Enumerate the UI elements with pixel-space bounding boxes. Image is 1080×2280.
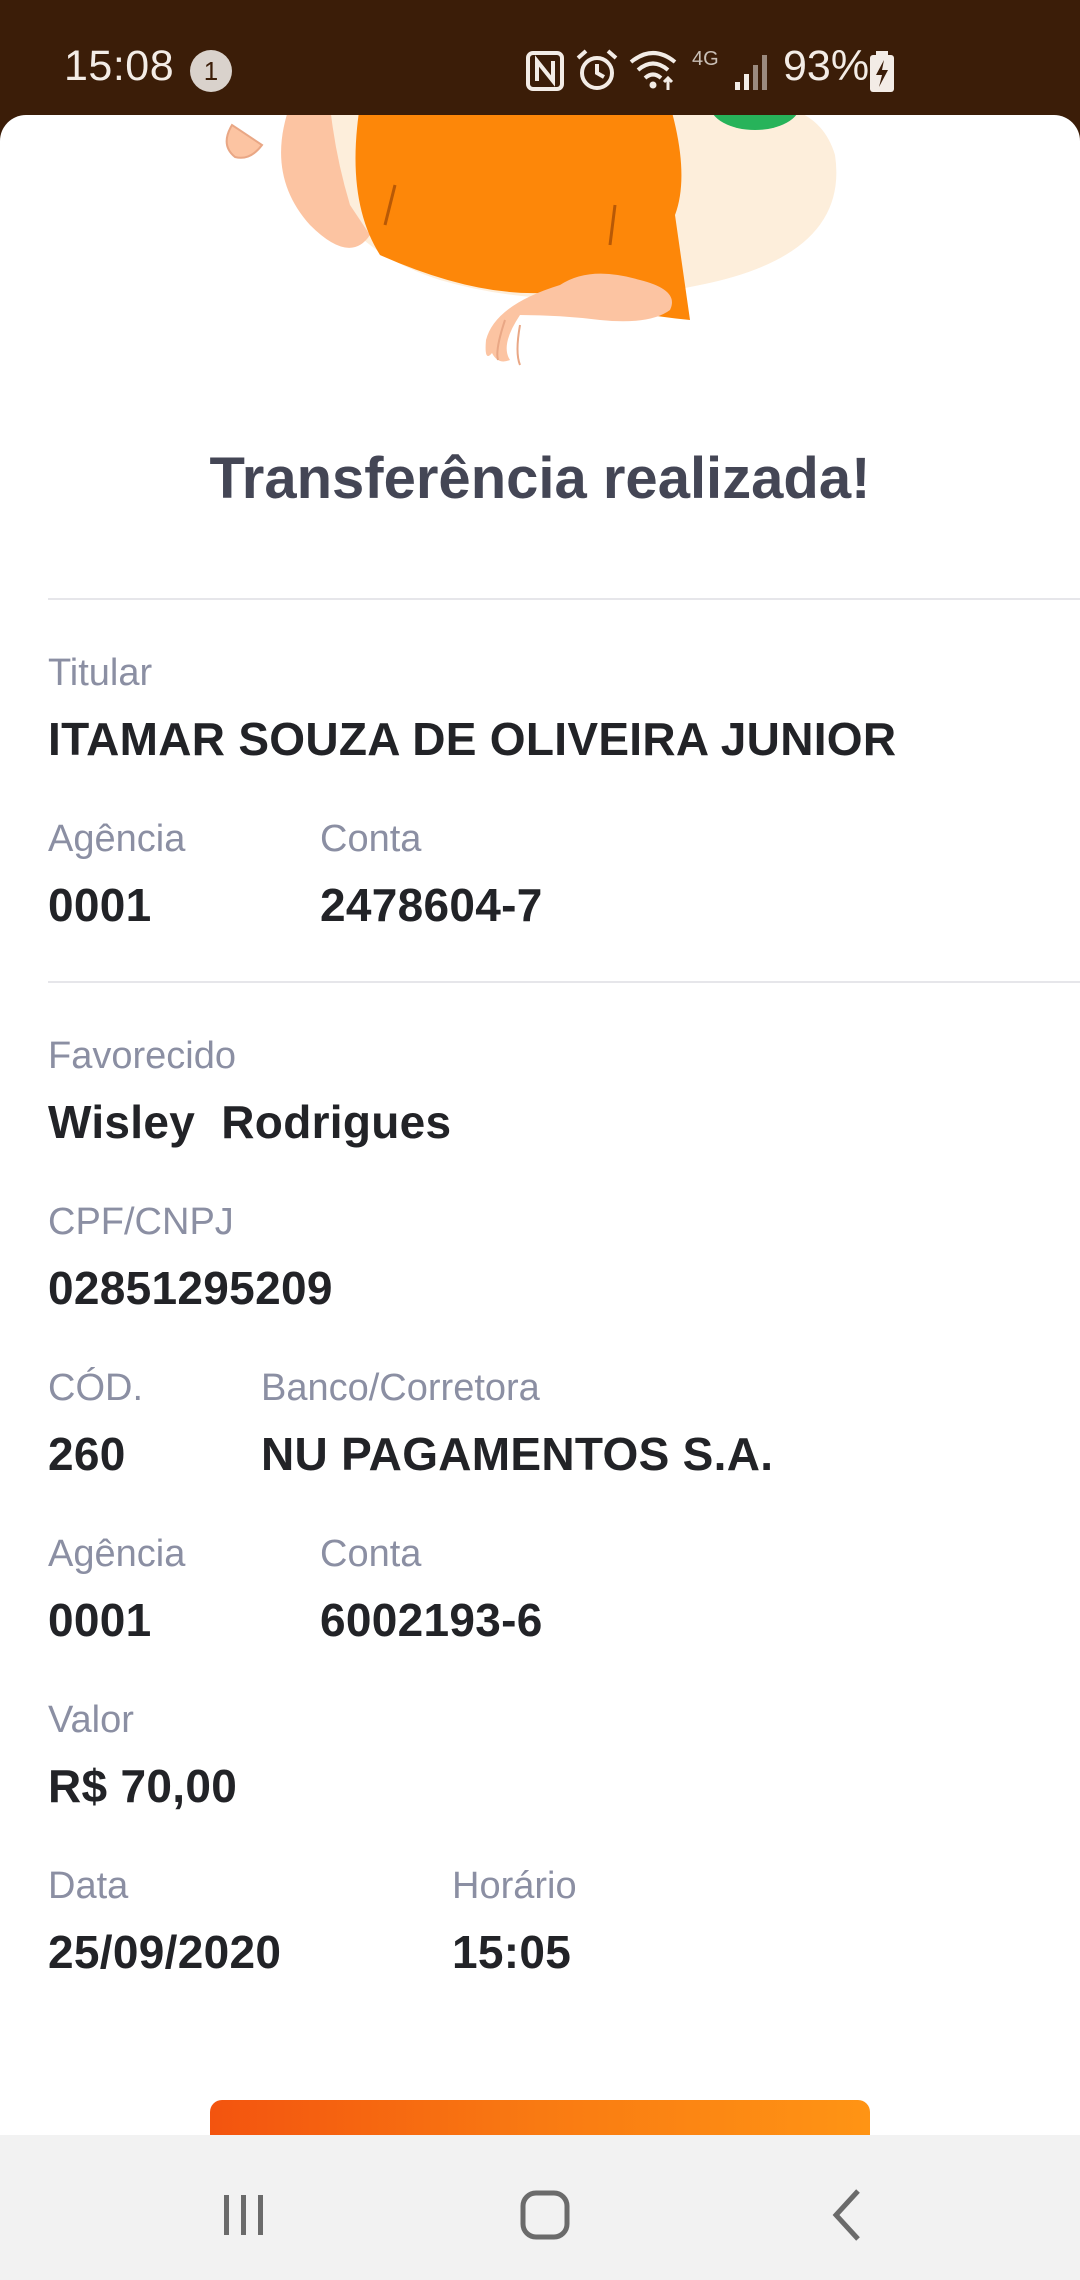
holder-label: Titular: [48, 652, 153, 694]
recipient-account-label: Conta: [320, 1533, 422, 1575]
bank-code-label: CÓD.: [48, 1367, 143, 1409]
transfer-receipt-card: Transferência realizada! Titular ITAMAR …: [0, 115, 1080, 2135]
home-icon[interactable]: [505, 2175, 585, 2255]
document-label: CPF/CNPJ: [48, 1201, 234, 1243]
alarm-icon: [576, 49, 618, 90]
signal-icon: [735, 55, 767, 90]
time-label: Horário: [452, 1865, 577, 1907]
battery-percent: 93%: [783, 42, 870, 90]
status-bar: 15:08 1 4G 93%: [0, 0, 1080, 125]
recipient-label: Favorecido: [48, 1035, 236, 1077]
date-value: 25/09/2020: [48, 1926, 282, 1978]
back-icon[interactable]: [808, 2175, 888, 2255]
primary-action-button[interactable]: [210, 2100, 870, 2135]
date-label: Data: [48, 1865, 129, 1907]
sender-agency-value: 0001: [48, 879, 152, 931]
sender-agency-label: Agência: [48, 818, 186, 860]
nfc-icon: [526, 51, 564, 91]
divider: [48, 981, 1080, 983]
time-value: 15:05: [452, 1926, 572, 1978]
page-title: Transferência realizada!: [209, 446, 871, 511]
person-illustration: [225, 115, 837, 366]
bank-code-value: 260: [48, 1428, 126, 1480]
notification-count-badge: 1: [190, 50, 232, 92]
sender-account-label: Conta: [320, 818, 422, 860]
sender-account-value: 2478604-7: [320, 879, 543, 931]
document-value: 02851295209: [48, 1262, 333, 1314]
status-time: 15:08: [64, 42, 175, 90]
recipient-account-value: 6002193-6: [320, 1594, 543, 1646]
divider: [48, 598, 1080, 600]
bank-name-value: NU PAGAMENTOS S.A.: [261, 1428, 774, 1480]
battery-charging-icon: [870, 51, 894, 92]
recipient-agency-label: Agência: [48, 1533, 186, 1575]
amount-label: Valor: [48, 1699, 134, 1741]
bank-name-label: Banco/Corretora: [261, 1367, 540, 1409]
recipient-agency-value: 0001: [48, 1594, 152, 1646]
holder-name: ITAMAR SOUZA DE OLIVEIRA JUNIOR: [48, 713, 897, 765]
navigation-bar: [0, 2135, 1080, 2280]
wifi-icon: [629, 51, 677, 90]
recent-apps-icon[interactable]: [204, 2175, 284, 2255]
amount-value: R$ 70,00: [48, 1760, 238, 1812]
network-type-label: 4G: [692, 48, 719, 70]
recipient-name: Wisley Rodrigues: [48, 1096, 452, 1148]
